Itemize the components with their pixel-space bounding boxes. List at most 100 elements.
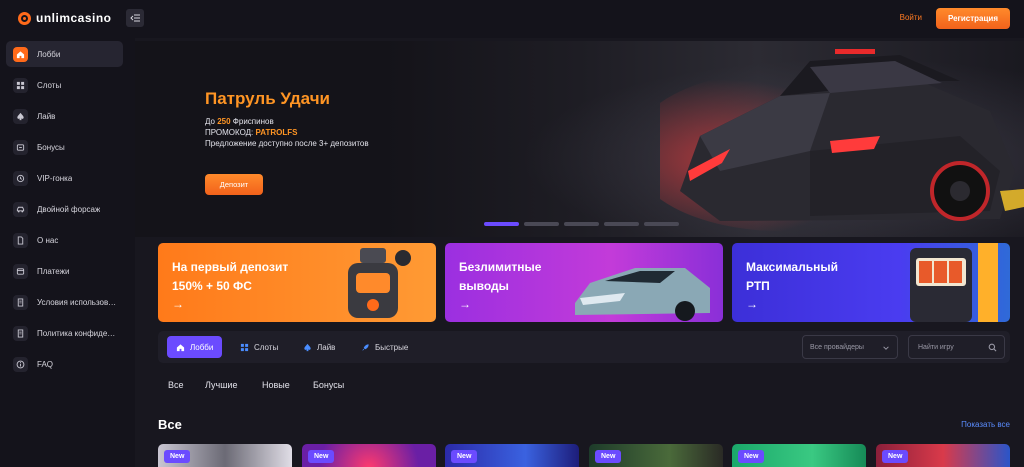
bonus-icon	[13, 139, 28, 155]
tab-lobby[interactable]: Лобби	[167, 336, 223, 358]
game-tile[interactable]: New	[732, 444, 866, 467]
new-badge: New	[882, 450, 909, 463]
carousel-dot[interactable]	[644, 222, 679, 226]
sidebar-item-double-boost[interactable]: Двойной форсаж	[6, 196, 123, 222]
game-search-input[interactable]: Найти игру	[908, 335, 1005, 359]
freespins-count: 250	[217, 117, 231, 126]
casino-app: unlimcasino Войти Регистрация Лобби Слот…	[0, 0, 1024, 467]
sidebar-item-label: Слоты	[37, 80, 62, 90]
payments-icon	[13, 263, 28, 279]
freespins-prefix: До	[205, 117, 215, 126]
game-category-bar: Лобби Слоты Лайв Быстрые Все провайдеры …	[158, 331, 1010, 363]
promo-card-max-rtp[interactable]: Максимальный РТП →	[732, 243, 1010, 322]
vip-race-icon	[13, 170, 28, 186]
live-spade-icon	[13, 108, 28, 124]
login-link[interactable]: Войти	[900, 13, 922, 22]
sidebar-item-live[interactable]: Лайв	[6, 103, 123, 129]
game-tile[interactable]: New	[876, 444, 1010, 467]
carousel-dot[interactable]	[524, 222, 559, 226]
arrow-right-icon: →	[746, 297, 758, 311]
promo-card-unlimited-withdrawals[interactable]: Безлимитные выводы →	[445, 243, 723, 322]
section-title: Все	[158, 417, 182, 432]
new-badge: New	[595, 450, 622, 463]
carousel-indicators	[484, 222, 679, 226]
home-icon	[176, 343, 185, 351]
filter-new[interactable]: Новые	[262, 380, 290, 390]
brand-name: unlimcasino	[36, 11, 112, 25]
privacy-document-icon	[13, 325, 28, 341]
promo-title: На первый депозит 150% + 50 ФС	[172, 260, 289, 293]
main-content: Патруль Удачи До 250 Фриспинов ПРОМОКОД:…	[135, 38, 1024, 467]
brand-logo[interactable]: unlimcasino	[18, 11, 112, 25]
sidebar-item-label: Лайв	[37, 111, 56, 121]
sidebar-item-payments[interactable]: Платежи	[6, 258, 123, 284]
provider-select-value: Все провайдеры	[810, 343, 864, 351]
filter-all[interactable]: Все	[168, 380, 184, 390]
provider-select[interactable]: Все провайдеры	[802, 335, 898, 359]
tab-label: Лайв	[317, 342, 336, 352]
car-image	[575, 268, 710, 321]
sidebar: Лобби Слоты Лайв Бонусы VIP-гонка Двойно…	[0, 38, 135, 467]
sidebar-item-label: Двойной форсаж	[37, 204, 101, 214]
slots-grid-icon	[240, 343, 249, 351]
chevron-down-icon	[883, 346, 889, 350]
sidebar-item-lobby[interactable]: Лобби	[6, 41, 123, 67]
slots-grid-icon	[13, 77, 28, 93]
new-badge: New	[738, 450, 765, 463]
hero-title: Патруль Удачи	[205, 89, 331, 108]
sidebar-item-vip-race[interactable]: VIP-гонка	[6, 165, 123, 191]
hero-banner[interactable]: Патруль Удачи До 250 Фриспинов ПРОМОКОД:…	[135, 41, 1024, 237]
about-document-icon	[13, 232, 28, 248]
logo-icon	[18, 11, 31, 25]
sidebar-item-label: Бонусы	[37, 142, 65, 152]
show-all-link[interactable]: Показать все	[961, 420, 1010, 429]
slot-machine-image	[910, 243, 998, 322]
sidebar-item-label: Политика конфиден...	[37, 328, 117, 338]
game-tile[interactable]: New	[158, 444, 292, 467]
new-badge: New	[308, 450, 335, 463]
tab-slots[interactable]: Слоты	[231, 336, 287, 358]
sidebar-item-privacy[interactable]: Политика конфиден...	[6, 320, 123, 346]
hero-freespins-line: До 250 Фриспинов	[205, 117, 274, 126]
top-bar: unlimcasino Войти Регистрация	[0, 0, 1024, 38]
search-icon	[988, 343, 997, 352]
tab-label: Быстрые	[375, 342, 409, 352]
info-icon	[13, 356, 28, 372]
carousel-dot[interactable]	[484, 222, 519, 226]
tab-label: Лобби	[190, 342, 214, 352]
carousel-dot[interactable]	[564, 222, 599, 226]
game-tile[interactable]: New	[445, 444, 579, 467]
sidebar-item-label: FAQ	[37, 359, 54, 369]
register-button[interactable]: Регистрация	[936, 8, 1010, 29]
hero-condition-line: Предложение доступно после 3+ депозитов	[205, 139, 369, 148]
sidebar-item-label: VIP-гонка	[37, 173, 73, 183]
filter-bonuses[interactable]: Бонусы	[313, 380, 344, 390]
sidebar-item-terms[interactable]: Условия использова...	[6, 289, 123, 315]
sidebar-item-label: Лобби	[37, 49, 61, 59]
sidebar-item-about[interactable]: О нас	[6, 227, 123, 253]
sidebar-toggle-button[interactable]	[126, 9, 144, 27]
tab-fast[interactable]: Быстрые	[352, 336, 417, 358]
carousel-dot[interactable]	[604, 222, 639, 226]
new-badge: New	[164, 450, 191, 463]
promocode-value: PATROLFS	[255, 128, 298, 137]
game-tile[interactable]: New	[589, 444, 723, 467]
sidebar-item-faq[interactable]: FAQ	[6, 351, 123, 377]
sidebar-item-label: Условия использова...	[37, 297, 117, 307]
promo-title: Безлимитные выводы	[459, 260, 542, 293]
promo-card-first-deposit[interactable]: На первый депозит 150% + 50 ФС →	[158, 243, 436, 322]
sidebar-item-slots[interactable]: Слоты	[6, 72, 123, 98]
sidebar-item-bonuses[interactable]: Бонусы	[6, 134, 123, 160]
arrow-right-icon: →	[172, 297, 184, 311]
collapse-menu-icon	[130, 14, 140, 22]
deposit-button[interactable]: Депозит	[205, 174, 263, 195]
search-placeholder: Найти игру	[918, 343, 954, 351]
filter-best[interactable]: Лучшие	[205, 380, 237, 390]
freespins-suffix: Фриспинов	[232, 117, 274, 126]
sidebar-item-label: Платежи	[37, 266, 70, 276]
promo-title: Максимальный РТП	[746, 260, 838, 293]
live-spade-icon	[304, 343, 311, 351]
bonus-machine-image	[348, 248, 411, 318]
tab-live[interactable]: Лайв	[294, 336, 344, 358]
game-tile[interactable]: New	[302, 444, 436, 467]
